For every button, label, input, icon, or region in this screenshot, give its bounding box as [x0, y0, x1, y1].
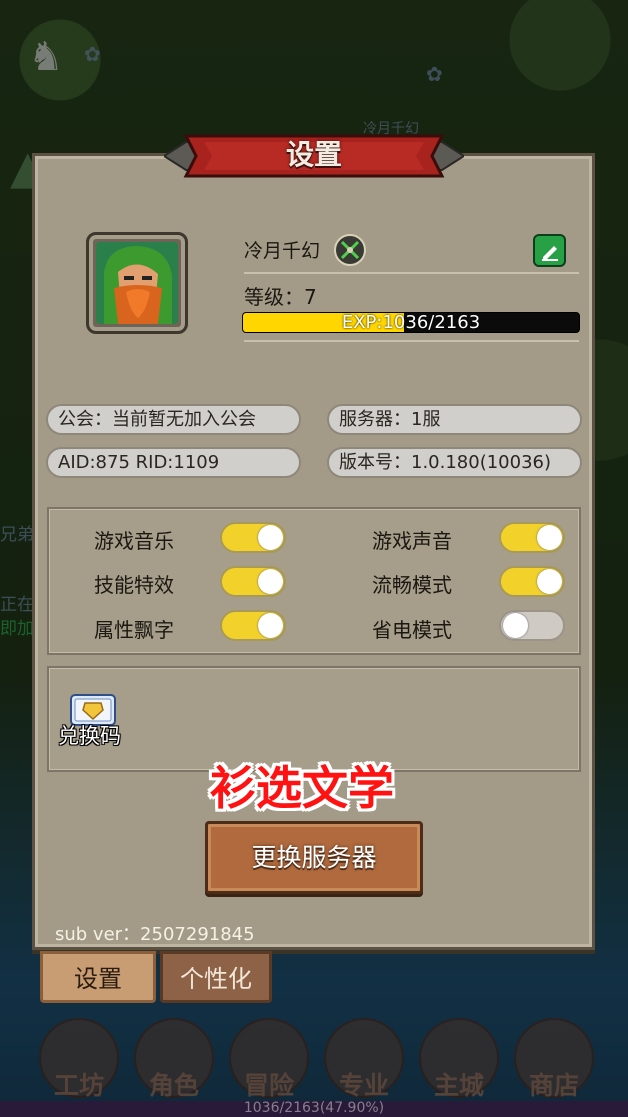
guild-info: 公会：当前暂无加入公会 — [46, 404, 301, 435]
toggle-floating-text[interactable] — [220, 610, 286, 641]
exp-text: EXP:1036/2163 — [341, 312, 481, 333]
player-level: 等级：7 — [244, 285, 317, 309]
redeem-code-button[interactable]: 兑换码 — [58, 720, 121, 750]
toggle-smooth-mode[interactable] — [499, 566, 565, 597]
nav-main-city[interactable]: 主城 — [409, 1066, 509, 1102]
bottom-exp-text: 1036/2163(47.90%) — [243, 1100, 385, 1116]
pencil-icon — [541, 245, 558, 261]
server-info: 服务器：1服 — [327, 404, 582, 435]
divider — [244, 340, 579, 342]
nav-shop[interactable]: 商店 — [504, 1066, 604, 1102]
nav-profession[interactable]: 专业 — [314, 1066, 414, 1102]
switch-server-button[interactable]: 更换服务器 — [205, 821, 423, 894]
nav-workshop[interactable]: 工坊 — [29, 1066, 129, 1102]
edit-name-button[interactable] — [533, 234, 566, 267]
nav-character[interactable]: 角色 — [124, 1066, 224, 1102]
divider — [244, 272, 579, 274]
toggle-power-saving[interactable] — [499, 610, 565, 641]
dialog-title: 设置 — [285, 138, 342, 171]
tab-settings[interactable]: 设置 — [40, 951, 156, 1003]
sub-version: sub ver：2507291845 — [55, 924, 255, 945]
account-ids: AID:875 RID:1109 — [46, 447, 301, 478]
tab-personalization[interactable]: 个性化 — [160, 951, 272, 1003]
sword-badge-icon — [334, 234, 366, 266]
option-label-music: 游戏音乐 — [94, 529, 174, 553]
option-label-floating-text: 属性飘字 — [94, 618, 174, 642]
option-label-sound: 游戏声音 — [372, 529, 452, 553]
option-label-power-saving: 省电模式 — [372, 618, 452, 642]
avatar[interactable] — [96, 242, 178, 324]
exp-bar: EXP:1036/2163 — [242, 312, 580, 333]
player-name: 冷月千幻 — [244, 240, 321, 262]
toggle-music[interactable] — [220, 522, 286, 553]
version-info: 版本号：1.0.180(10036) — [327, 447, 582, 478]
nav-adventure[interactable]: 冒险 — [219, 1066, 319, 1102]
option-label-smooth-mode: 流畅模式 — [372, 573, 452, 597]
option-label-skill-effects: 技能特效 — [94, 573, 174, 597]
toggle-skill-effects[interactable] — [220, 566, 286, 597]
toggle-sound[interactable] — [499, 522, 565, 553]
watermark-text: 衫选文学 — [210, 761, 394, 815]
